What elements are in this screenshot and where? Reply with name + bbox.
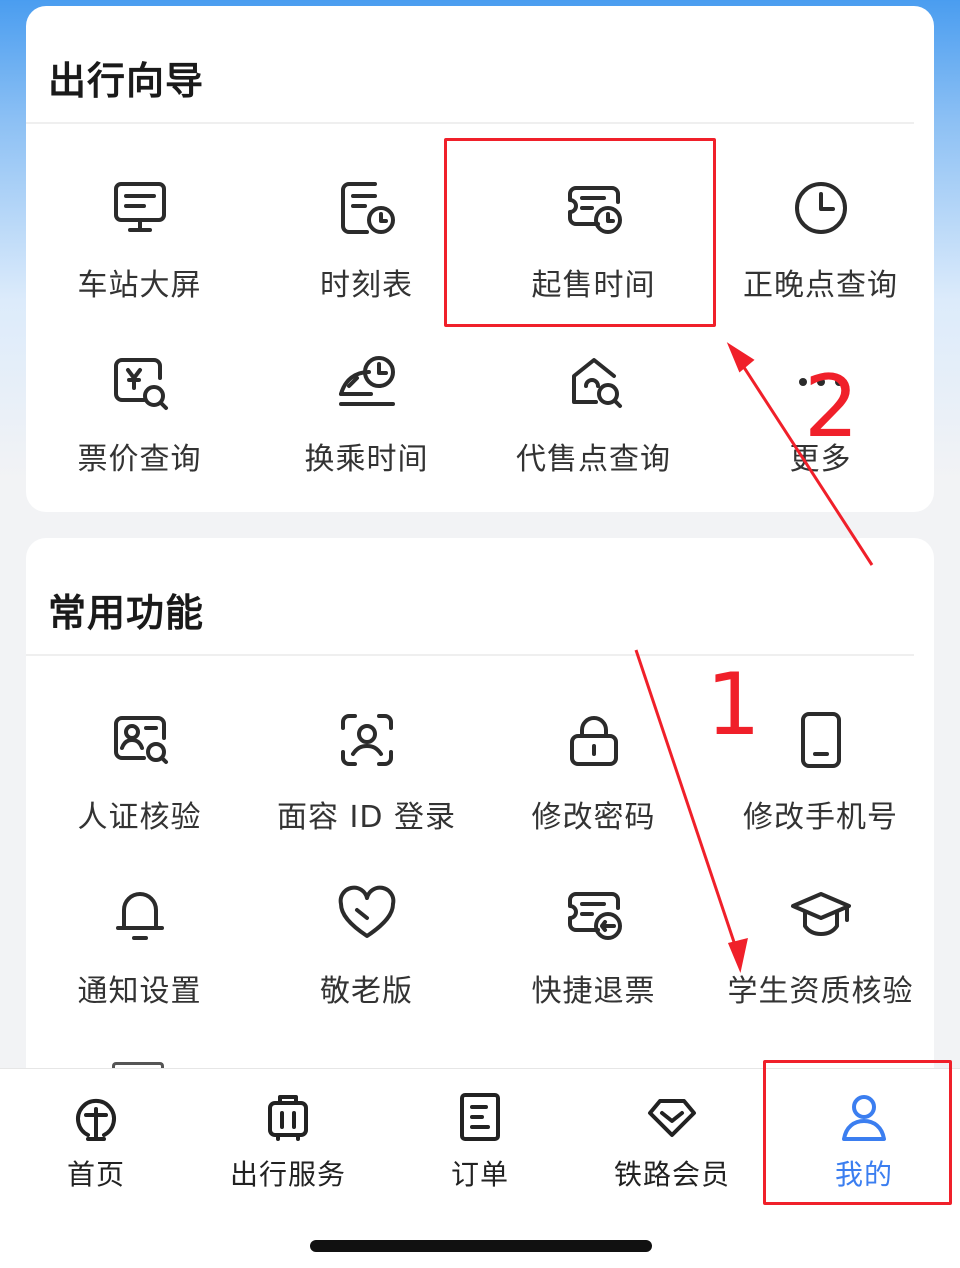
bell-icon (108, 882, 172, 946)
tab-label: 首页 (66, 1158, 125, 1191)
annotation-step-2: 2 (804, 357, 859, 457)
face-id-icon (335, 708, 399, 772)
tile-label: 学生资质核验 (727, 974, 914, 1009)
tile-id-verification[interactable]: 人证核验 (26, 708, 253, 858)
tile-elderly-mode[interactable]: 敬老版 (253, 882, 480, 1032)
tile-notification-settings[interactable]: 通知设置 (26, 882, 253, 1032)
home-indicator (310, 1240, 652, 1252)
tab-label: 出行服务 (229, 1158, 346, 1191)
monitor-icon (108, 176, 172, 240)
lock-icon (562, 708, 626, 772)
luggage-icon (260, 1089, 316, 1145)
order-doc-icon (452, 1089, 508, 1145)
annotation-step-1: 1 (706, 655, 761, 755)
tile-label: 正晚点查询 (743, 268, 898, 303)
schedule-icon (335, 176, 399, 240)
clock-icon (789, 176, 853, 240)
heart-icon (335, 882, 399, 946)
annotation-box-mine-tab (763, 1060, 952, 1205)
section-title-travel-guide: 出行向导 (48, 59, 205, 103)
tab-travel-service[interactable]: 出行服务 (192, 1083, 384, 1193)
ticket-refund-icon (562, 882, 626, 946)
tab-home[interactable]: 首页 (0, 1083, 192, 1193)
divider (26, 654, 914, 656)
house-search-icon (562, 350, 626, 414)
tile-student-verification[interactable]: 学生资质核验 (707, 882, 934, 1032)
tile-change-password[interactable]: 修改密码 (480, 708, 707, 858)
tab-label: 铁路会员 (613, 1158, 730, 1191)
tile-label: 修改手机号 (743, 800, 898, 835)
section-title-common-functions: 常用功能 (48, 591, 205, 635)
train-clock-icon (335, 350, 399, 414)
tile-transfer-time[interactable]: 换乘时间 (253, 350, 480, 500)
id-card-verify-icon (108, 708, 172, 772)
tile-agency-query[interactable]: 代售点查询 (480, 350, 707, 500)
annotation-box-sale-start-time (444, 138, 716, 327)
tile-station-screen[interactable]: 车站大屏 (26, 176, 253, 326)
tab-orders[interactable]: 订单 (384, 1083, 576, 1193)
tile-face-id-login[interactable]: 面容 ID 登录 (253, 708, 480, 858)
tile-fare-query[interactable]: 票价查询 (26, 350, 253, 500)
tile-quick-refund[interactable]: 快捷退票 (480, 882, 707, 1032)
phone-icon (789, 708, 853, 772)
price-search-icon (108, 350, 172, 414)
graduation-cap-icon (789, 882, 853, 946)
tab-label: 订单 (450, 1158, 509, 1191)
diamond-icon (644, 1089, 700, 1145)
common-functions-card: 常用功能 人证核验 面容 ID 登录 修改密码 修改手机号 通知设置 敬老版 快… (26, 538, 934, 1098)
divider (26, 122, 914, 124)
tile-delay-query[interactable]: 正晚点查询 (707, 176, 934, 326)
tab-railway-membership[interactable]: 铁路会员 (576, 1083, 768, 1193)
railway-logo-icon (68, 1089, 124, 1145)
